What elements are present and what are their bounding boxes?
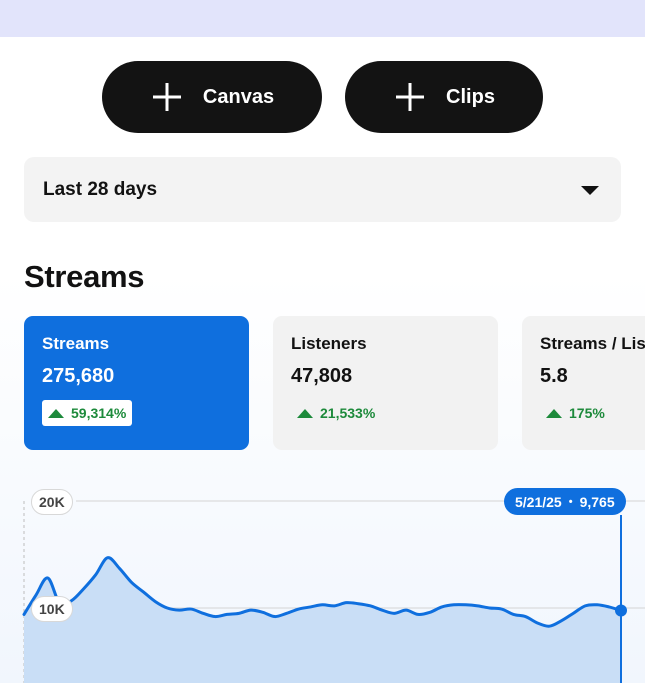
y-tick-label: 20K — [31, 489, 73, 515]
stat-card-change: 175% — [540, 400, 611, 426]
trend-up-icon — [546, 408, 562, 418]
stat-card-change-value: 21,533% — [320, 405, 376, 421]
y-tick-label: 10K — [31, 596, 73, 622]
stat-card-value: 5.8 — [540, 365, 568, 387]
add-canvas-button[interactable]: Canvas — [102, 61, 322, 133]
stat-card-change-value: 175% — [569, 405, 605, 421]
trend-up-icon — [48, 408, 64, 418]
chart-tooltip: 5/21/25 • 9,765 — [504, 488, 626, 515]
stat-card-streams[interactable]: Streams 275,680 59,314% — [24, 316, 249, 450]
add-clips-button[interactable]: Clips — [345, 61, 543, 133]
trend-up-icon — [297, 408, 313, 418]
stat-card-change-value: 59,314% — [71, 405, 127, 421]
stat-card-listeners[interactable]: Listeners 47,808 21,533% — [273, 316, 498, 450]
stat-card-label: Listeners — [291, 334, 367, 353]
stat-card-label: Streams / Listener — [540, 334, 645, 353]
stat-card-change: 59,314% — [42, 400, 133, 426]
plus-icon — [152, 83, 181, 111]
clips-button-label: Clips — [446, 85, 495, 108]
date-range-value: Last 28 days — [43, 178, 158, 200]
separator-dot: • — [568, 495, 573, 508]
date-range-dropdown[interactable]: Last 28 days — [24, 157, 621, 222]
section-title: Streams — [24, 259, 145, 294]
stat-card-label: Streams — [42, 334, 110, 353]
tooltip-value: 9,765 — [579, 493, 615, 510]
tooltip-date: 5/21/25 — [515, 493, 562, 510]
canvas-button-label: Canvas — [202, 85, 275, 108]
hover-point — [615, 604, 627, 617]
plus-icon — [396, 83, 425, 111]
caret-down-icon — [581, 186, 599, 195]
stat-card-value: 47,808 — [291, 365, 353, 387]
stat-card-value: 275,680 — [42, 365, 115, 387]
stat-card-change: 21,533% — [291, 400, 381, 426]
top-banner — [0, 0, 645, 37]
stat-card-streams-per-listener[interactable]: Streams / Listener 5.8 175% — [522, 316, 645, 450]
